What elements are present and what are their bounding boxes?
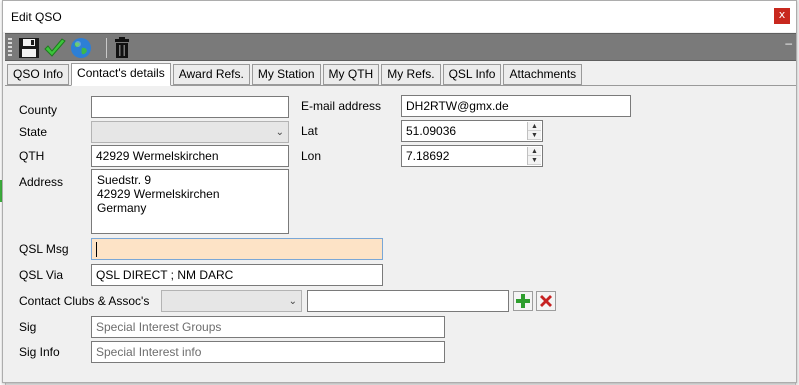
tab-qsl-info[interactable]: QSL Info	[442, 64, 502, 85]
lat-spin-buttons[interactable]: ▲ ▼	[527, 122, 541, 140]
plus-icon	[516, 294, 530, 308]
tab-award-refs[interactable]: Award Refs.	[172, 64, 250, 85]
edit-qso-dialog: Edit QSO x – QSO Info Contact's details …	[2, 0, 797, 383]
checkmark-icon	[44, 38, 66, 57]
lon-spinbox[interactable]: 7.18692 ▲ ▼	[401, 145, 543, 167]
qth-input[interactable]: 42929 Wermelskirchen	[91, 145, 289, 167]
qsl-msg-label: QSL Msg	[19, 242, 69, 256]
spin-down-icon[interactable]: ▼	[528, 156, 541, 165]
tab-contacts-details[interactable]: Contact's details	[71, 63, 171, 86]
add-club-button[interactable]	[513, 291, 533, 311]
delete-button[interactable]	[110, 36, 134, 60]
clubs-label: Contact Clubs & Assoc's	[19, 294, 150, 308]
toolbar-overflow-menu[interactable]: –	[785, 36, 792, 50]
tab-qso-info[interactable]: QSO Info	[7, 64, 70, 85]
email-input[interactable]: DH2RTW@gmx.de	[401, 95, 631, 117]
county-label: County	[19, 103, 58, 117]
address-line: 42929 Wermelskirchen	[97, 187, 220, 201]
remove-club-button[interactable]	[536, 291, 556, 311]
floppy-disk-icon	[19, 38, 39, 58]
tab-my-station[interactable]: My Station	[251, 64, 321, 85]
trash-icon	[115, 37, 129, 58]
lat-spinbox[interactable]: 51.09036 ▲ ▼	[401, 120, 543, 142]
qsl-via-input[interactable]: QSL DIRECT ; NM DARC	[91, 264, 383, 286]
address-line: Germany	[97, 201, 147, 215]
qsl-msg-input[interactable]	[91, 238, 383, 260]
address-textarea[interactable]: Suedstr. 9 42929 Wermelskirchen Germany	[91, 169, 289, 234]
spin-up-icon[interactable]: ▲	[528, 147, 541, 156]
toolbar: –	[5, 33, 796, 61]
tab-my-refs[interactable]: My Refs.	[381, 64, 441, 85]
sig-info-input[interactable]: Special Interest info	[91, 341, 445, 363]
lon-value: 7.18692	[406, 149, 450, 163]
web-lookup-button[interactable]	[69, 36, 93, 60]
email-label: E-mail address	[301, 99, 382, 113]
sig-label: Sig	[19, 320, 37, 334]
address-label: Address	[19, 175, 64, 189]
title-bar[interactable]: Edit QSO x	[3, 1, 796, 32]
tab-my-qth[interactable]: My QTH	[322, 64, 380, 85]
tab-attachments[interactable]: Attachments	[503, 64, 583, 85]
lat-label: Lat	[301, 124, 318, 138]
lon-label: Lon	[301, 149, 322, 163]
chevron-down-icon: ⌄	[288, 296, 297, 307]
lon-spin-buttons[interactable]: ▲ ▼	[527, 147, 541, 165]
chevron-down-icon: ⌄	[275, 127, 284, 138]
confirm-button[interactable]	[43, 36, 67, 60]
tab-strip: QSO Info Contact's details Award Refs. M…	[7, 63, 584, 86]
state-label: State	[19, 125, 48, 139]
qth-label: QTH	[19, 149, 45, 163]
county-input[interactable]	[91, 96, 289, 118]
state-select[interactable]: ⌄	[91, 121, 289, 143]
lat-value: 51.09036	[406, 124, 457, 138]
clubs-select[interactable]: ⌄	[161, 290, 302, 312]
qsl-via-label: QSL Via	[19, 268, 64, 282]
text-cursor	[96, 242, 97, 258]
globe-icon	[71, 38, 91, 58]
toolbar-separator	[106, 38, 107, 58]
clubs-input[interactable]	[307, 290, 509, 312]
sig-input[interactable]: Special Interest Groups	[91, 316, 445, 338]
address-line: Suedstr. 9	[97, 173, 152, 187]
close-button[interactable]: x	[774, 8, 790, 24]
spin-up-icon[interactable]: ▲	[528, 122, 541, 131]
delete-x-icon	[540, 295, 552, 307]
toolbar-grip[interactable]	[8, 38, 12, 58]
window-title: Edit QSO	[11, 10, 62, 24]
contacts-details-panel: County State ⌄ QTH 42929 Wermelskirchen …	[5, 85, 796, 382]
spin-down-icon[interactable]: ▼	[528, 131, 541, 140]
sig-info-label: Sig Info	[19, 345, 60, 359]
save-button[interactable]	[17, 36, 41, 60]
